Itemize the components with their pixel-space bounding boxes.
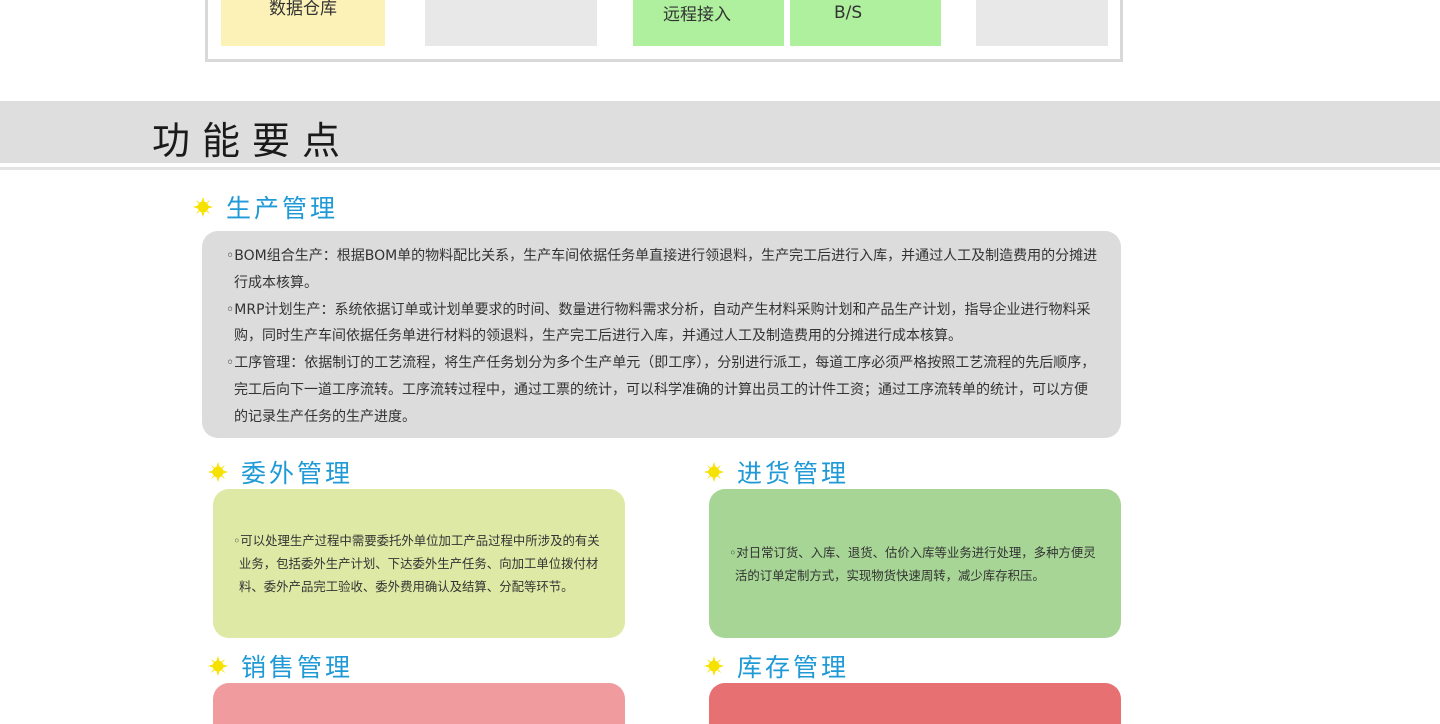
arch-box-remote: 远程接入 [633,0,784,46]
module-heading-sales: 销售管理 [207,648,353,684]
arch-box-label: 远程接入 [663,5,731,25]
section-title: 功能要点 [152,119,353,163]
sun-bullet-icon [703,655,725,677]
module-heading-text: 进货管理 [737,459,850,488]
module-heading-text: 库存管理 [737,653,850,682]
module-item: ◦工序管理：依据制订的工艺流程，将生产任务划分为多个生产单元（即工序），分别进行… [226,355,1096,425]
module-panel-outsourcing: ◦可以处理生产过程中需要委托外单位加工产品过程中所涉及的有关业务，包括委外生产计… [213,489,625,638]
module-item: ◦BOM组合生产：根据BOM单的物料配比关系，生产车间依据任务单直接进行领退料，… [226,248,1098,291]
sun-bullet-icon [192,196,214,218]
module-panel-sales [213,683,625,724]
module-heading-text: 销售管理 [241,653,354,682]
arch-box-warehouse: 数据仓库 [221,0,385,46]
arch-box-bs: B/S [790,0,941,46]
module-item: ◦可以处理生产过程中需要委托外单位加工产品过程中所涉及的有关业务，包括委外生产计… [233,533,600,594]
sun-bullet-icon [207,655,229,677]
arch-box-gray [425,0,597,46]
module-item: ◦对日常订货、入库、退货、估价入库等业务进行处理，多种方便灵活的订单定制方式，实… [729,545,1096,583]
module-item: ◦MRP计划生产：系统依据订单或计划单要求的时间、数量进行物料需求分析，自动产生… [226,301,1091,345]
section-divider [0,167,1440,170]
module-heading-text: 生产管理 [226,194,339,223]
module-heading-purchasing: 进货管理 [703,454,849,490]
arch-box-gray [976,0,1108,46]
module-panel-purchasing: ◦对日常订货、入库、退货、估价入库等业务进行处理，多种方便灵活的订单定制方式，实… [709,489,1121,638]
sun-bullet-icon [703,461,725,483]
arch-box-label: B/S [834,3,863,23]
arch-box-label: 数据仓库 [269,0,337,19]
module-heading-outsourcing: 委外管理 [207,454,353,490]
module-heading-text: 委外管理 [241,459,354,488]
module-panel-inventory [709,683,1121,724]
sun-bullet-icon [207,461,229,483]
module-heading-production: 生产管理 [192,189,338,225]
module-heading-inventory: 库存管理 [703,648,849,684]
module-panel-production: ◦BOM组合生产：根据BOM单的物料配比关系，生产车间依据任务单直接进行领退料，… [202,231,1121,438]
